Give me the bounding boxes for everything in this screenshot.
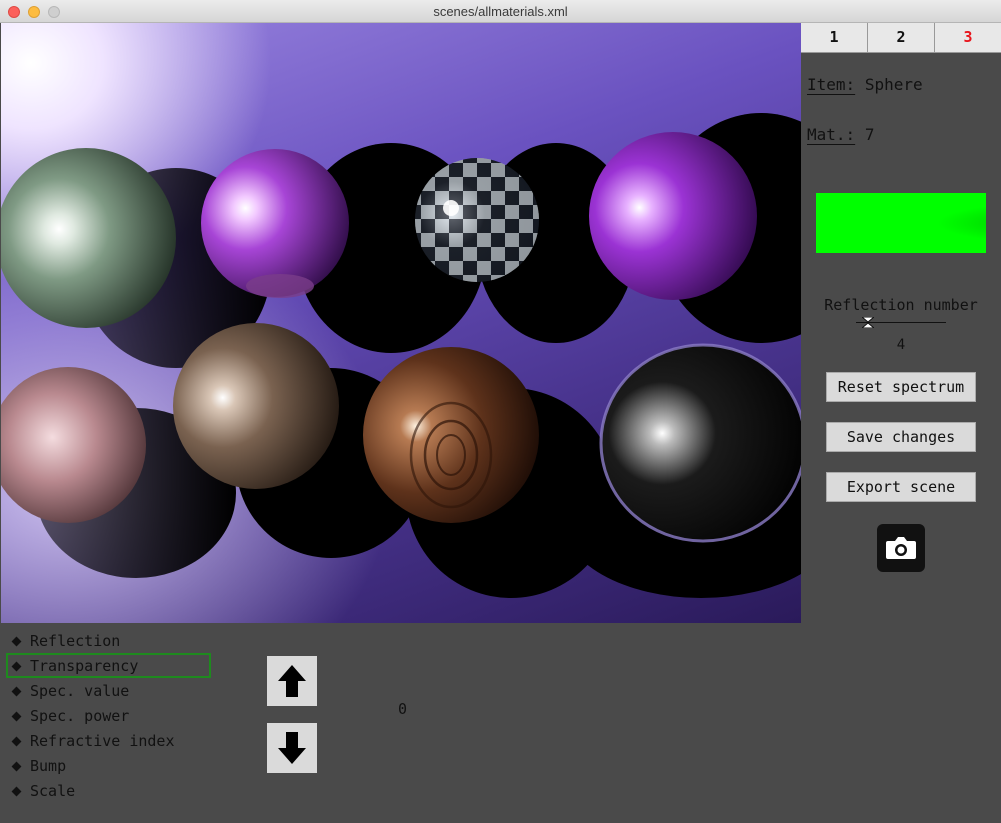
property-label: Refractive index (30, 732, 175, 750)
item-row: Item: Sphere (807, 75, 923, 94)
property-label: Spec. power (30, 707, 130, 725)
property-label: Transparency (30, 657, 139, 675)
tab-3[interactable]: 3 (934, 23, 1001, 52)
property-spec-power[interactable]: Spec. power (6, 703, 211, 728)
spectrum-swatch-graphic (816, 193, 986, 253)
property-bump[interactable]: Bump (6, 753, 211, 778)
bullet-icon (11, 736, 22, 747)
property-label: Bump (30, 757, 67, 775)
reset-spectrum-button[interactable]: Reset spectrum (826, 372, 976, 402)
bullet-icon (11, 661, 22, 672)
arrow-down-icon (278, 732, 306, 764)
bullet-icon (11, 761, 22, 772)
reflection-number-value: 4 (896, 337, 906, 353)
increase-button[interactable] (267, 656, 317, 706)
tab-2[interactable]: 2 (867, 23, 934, 52)
bullet-icon (11, 636, 22, 647)
screenshot-button[interactable] (877, 524, 925, 572)
item-value: Sphere (864, 75, 923, 94)
property-label: Reflection (30, 632, 121, 650)
tab-1[interactable]: 1 (801, 23, 867, 52)
property-refractive-index[interactable]: Refractive index (6, 728, 211, 753)
window-title: scenes/allmaterials.xml (433, 4, 568, 19)
reflection-slider-thumb[interactable] (862, 317, 874, 328)
property-value: 0 (398, 700, 408, 718)
render-viewport[interactable] (1, 23, 801, 623)
property-reflection[interactable]: Reflection (6, 628, 211, 653)
property-spec-value[interactable]: Spec. value (6, 678, 211, 703)
arrow-up-icon (278, 665, 306, 697)
property-label: Spec. value (30, 682, 130, 700)
property-label: Scale (30, 782, 76, 800)
bullet-icon (11, 786, 22, 797)
material-value: 7 (864, 125, 875, 144)
camera-icon (886, 537, 916, 559)
material-property-list: Reflection Transparency Spec. value Spec… (6, 628, 211, 803)
item-key: Item: (807, 75, 856, 94)
spectrum-swatch[interactable] (816, 193, 986, 253)
material-row: Mat.: 7 (807, 125, 874, 144)
bullet-icon (11, 686, 22, 697)
property-scale[interactable]: Scale (6, 778, 211, 803)
bullet-icon (11, 711, 22, 722)
window-titlebar: scenes/allmaterials.xml (0, 0, 1001, 23)
material-key: Mat.: (807, 125, 856, 144)
reflection-number-label: Reflection number (824, 296, 978, 314)
property-transparency[interactable]: Transparency (6, 653, 211, 678)
tab-bar: 1 2 3 (801, 23, 1001, 53)
rendered-scene (1, 113, 801, 598)
export-scene-button[interactable]: Export scene (826, 472, 976, 502)
save-changes-button[interactable]: Save changes (826, 422, 976, 452)
decrease-button[interactable] (267, 723, 317, 773)
